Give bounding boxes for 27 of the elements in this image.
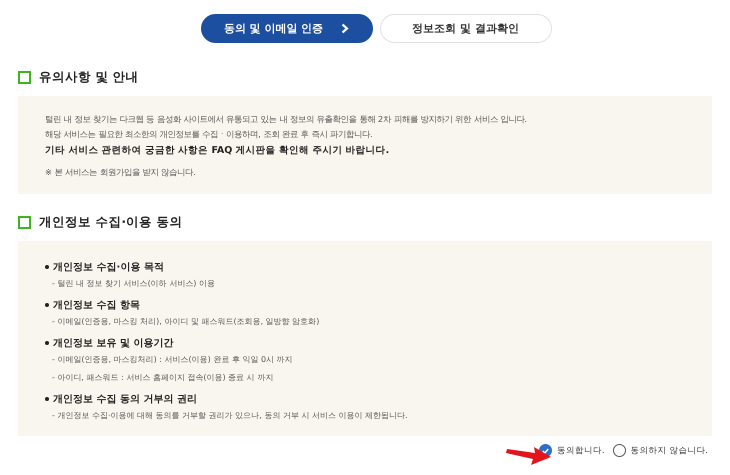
step-tab[interactable]: 정보조회 및 결과확인 (380, 14, 552, 43)
consent-detail: - 이메일(인증용, 마스킹처리) : 서비스(이용) 완료 후 익일 0시 까지 (52, 354, 294, 365)
section-title: 유의사항 및 안내 (39, 69, 139, 86)
consent-detail: - 이메일(인증용, 마스킹 처리), 아이디 및 패스워드(조회용, 일방향 암호화) (52, 316, 320, 327)
square-icon (18, 216, 31, 229)
notice-text: ※ 본 서비스는 회원가입을 받지 않습니다. (45, 167, 197, 178)
chevron-icon (341, 23, 350, 34)
notice-text: 기타 서비스 관련하여 궁금한 사항은 FAQ 게시판을 확인해 주시기 바랍니다. (45, 144, 390, 157)
consent-detail: - 털린 내 정보 찾기 서비스(이하 서비스) 이용 (52, 278, 216, 289)
bullet-icon (45, 265, 49, 269)
section-title: 개인정보 수집·이용 동의 (39, 214, 182, 231)
bullet-icon (45, 341, 49, 345)
consent-detail: - 개인정보 수집·이용에 대해 동의를 거부할 권리가 있으나, 동의 거부 시 서비스 이용이 제한됩니다. (52, 410, 409, 421)
consent-heading: 개인정보 보유 및 이용기간 (53, 337, 174, 350)
notice-text: 해당 서비스는 필요한 최소한의 개인정보를 수집ㆍ이용하며, 조회 완료 후 즉시 파기합니다. (45, 129, 374, 140)
square-icon (18, 71, 31, 84)
notice-text: 털린 내 정보 찾기는 다크웹 등 음성화 사이트에서 유통되고 있는 내 정보의 유출확인을 통해 2차 피해를 방지하기 위한 서비스 입니다. (45, 114, 528, 125)
radio-button[interactable] (612, 444, 626, 457)
check-icon (542, 448, 549, 454)
bullet-icon (45, 303, 49, 307)
consent-option[interactable]: 동의하지 않습니다. (612, 444, 708, 457)
consent-detail: - 아이디, 패스워드 : 서비스 홈페이지 접속(이용) 종료 시 까지 (52, 372, 274, 383)
consent-heading: 개인정보 수집 동의 거부의 권리 (53, 393, 197, 406)
consent-heading: 개인정보 수집 항목 (53, 299, 140, 312)
consent-heading: 개인정보 수집·이용 목적 (53, 261, 164, 274)
bullet-icon (45, 397, 49, 401)
step-tab[interactable]: 동의 및 이메일 인증 (200, 14, 372, 43)
